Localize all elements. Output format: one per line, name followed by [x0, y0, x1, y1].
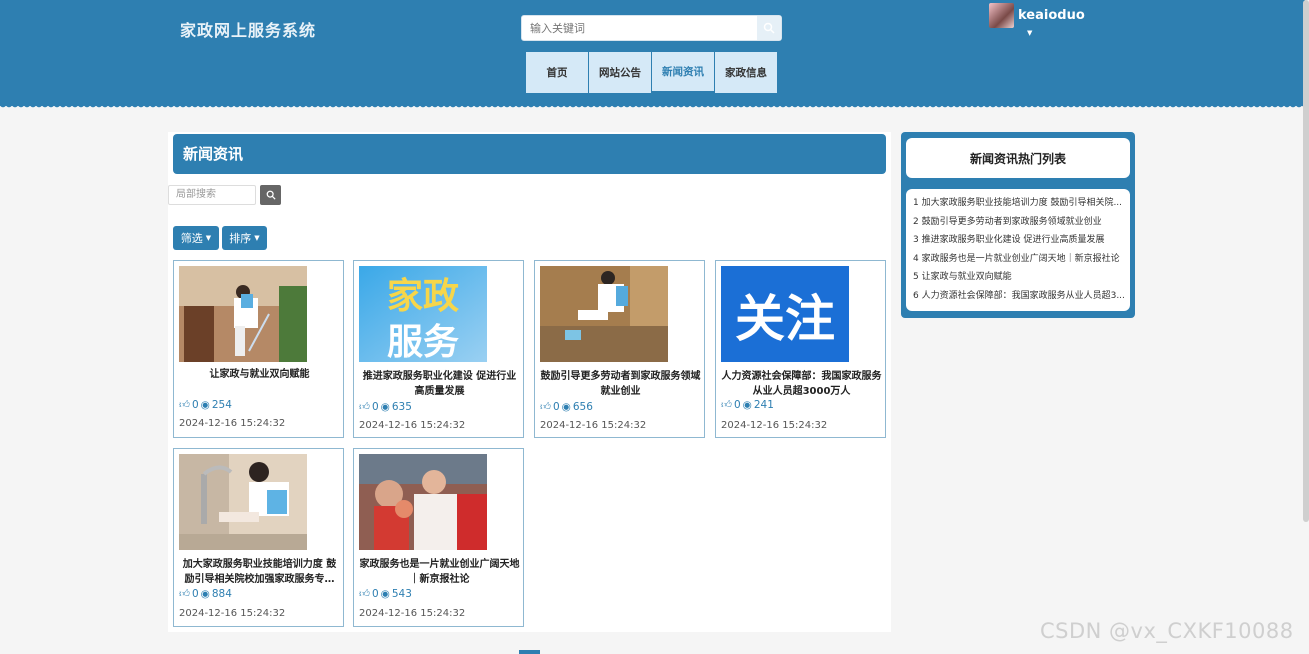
scrollbar[interactable]	[1303, 0, 1309, 522]
eye-icon: ◉	[561, 400, 571, 413]
news-thumbnail[interactable]	[359, 454, 487, 550]
search-icon	[266, 190, 276, 200]
pagination-current[interactable]	[519, 650, 540, 654]
nav-home[interactable]: 首页	[526, 52, 588, 93]
hot-news-item[interactable]: 3 推进家政服务职业化建设 促进行业高质量发展	[913, 231, 1127, 250]
view-count: 635	[391, 400, 412, 413]
news-title[interactable]: 加大家政服务职业技能培训力度 鼓励引导相关院校加强家政服务专…	[178, 557, 341, 587]
thumbs-up-icon[interactable]: 👍︎	[359, 400, 370, 413]
filter-label: 筛选	[180, 232, 203, 245]
caret-down-icon: ▼	[205, 234, 212, 242]
like-count: 0	[371, 587, 379, 600]
news-card[interactable]: 关注 人力资源社会保障部：我国家政服务从业人员超3000万人 👍︎ 0 ◉ 241 …	[715, 260, 886, 438]
svg-text:家政: 家政	[387, 276, 459, 317]
hot-news-item[interactable]: 6 人力资源社会保障部：我国家政服务从业人员超3...	[913, 287, 1127, 306]
news-date: 2024-12-16 15:24:32	[179, 418, 286, 429]
news-card[interactable]: 加大家政服务职业技能培训力度 鼓励引导相关院校加强家政服务专… 👍︎ 0 ◉ 884…	[173, 448, 344, 627]
eye-icon: ◉	[200, 398, 210, 411]
view-count: 241	[753, 398, 774, 411]
site-title[interactable]: 家政网上服务系统	[180, 17, 316, 41]
hot-news-item[interactable]: 1 加大家政服务职业技能培训力度 鼓励引导相关院...	[913, 194, 1127, 213]
thumbs-up-icon[interactable]: 👍︎	[540, 400, 551, 413]
news-title[interactable]: 推进家政服务职业化建设 促进行业高质量发展	[358, 369, 521, 399]
news-title[interactable]: 鼓励引导更多劳动者到家政服务领域就业创业	[539, 369, 702, 399]
thumbs-up-icon[interactable]: 👍︎	[721, 398, 732, 411]
sidebar-title: 新闻资讯热门列表	[906, 138, 1130, 178]
news-thumbnail[interactable]: 家政 服务	[359, 266, 487, 362]
thumbs-up-icon[interactable]: 👍︎	[179, 587, 190, 600]
news-card[interactable]: 鼓励引导更多劳动者到家政服务领域就业创业 👍︎ 0 ◉ 656 2024-12-16…	[534, 260, 705, 438]
like-count: 0	[191, 398, 199, 411]
like-count: 0	[191, 587, 199, 600]
news-date: 2024-12-16 15:24:32	[179, 608, 286, 619]
thumbs-up-icon[interactable]: 👍︎	[359, 587, 370, 600]
news-title[interactable]: 家政服务也是一片就业创业广阔天地｜新京报社论	[358, 557, 521, 587]
news-thumbnail[interactable]	[179, 266, 307, 362]
news-stats: 👍︎ 0 ◉ 241	[721, 398, 774, 412]
search-input[interactable]	[522, 16, 758, 40]
hot-news-sidebar: 新闻资讯热门列表 1 加大家政服务职业技能培训力度 鼓励引导相关院... 2 鼓…	[901, 132, 1135, 318]
watermark: CSDN @vx_CXKF10088	[1040, 619, 1294, 643]
hot-news-item[interactable]: 5 让家政与就业双向赋能	[913, 268, 1127, 287]
news-stats: 👍︎ 0 ◉ 656	[540, 400, 593, 414]
nav-announcements[interactable]: 网站公告	[589, 52, 651, 93]
local-search-button[interactable]	[260, 185, 281, 205]
news-card[interactable]: 家政服务也是一片就业创业广阔天地｜新京报社论 👍︎ 0 ◉ 543 2024-12-…	[353, 448, 524, 627]
thumbs-up-icon[interactable]: 👍︎	[179, 398, 190, 411]
svg-text:关注: 关注	[735, 290, 835, 348]
search-button[interactable]	[757, 16, 781, 40]
news-thumbnail[interactable]: 关注	[721, 266, 849, 362]
header: 家政网上服务系统 首页 网站公告 新闻资讯 家政信息 keaioduo ▼	[0, 0, 1305, 110]
like-count: 0	[552, 400, 560, 413]
news-title[interactable]: 让家政与就业双向赋能	[178, 367, 341, 382]
like-count: 0	[733, 398, 741, 411]
chevron-down-icon[interactable]: ▼	[1027, 29, 1032, 37]
sort-label: 排序	[229, 232, 252, 245]
user-menu[interactable]: keaioduo	[989, 3, 1085, 28]
news-title[interactable]: 人力资源社会保障部：我国家政服务从业人员超3000万人	[720, 369, 883, 399]
svg-text:服务: 服务	[387, 322, 459, 362]
local-search-input[interactable]: 局部搜索	[168, 185, 256, 205]
avatar[interactable]	[989, 3, 1014, 28]
hot-news-item[interactable]: 4 家政服务也是一片就业创业广阔天地｜新京报社论	[913, 250, 1127, 269]
news-stats: 👍︎ 0 ◉ 635	[359, 400, 412, 414]
news-stats: 👍︎ 0 ◉ 254	[179, 398, 232, 412]
news-thumbnail[interactable]	[179, 454, 307, 550]
like-count: 0	[371, 400, 379, 413]
main-nav: 首页 网站公告 新闻资讯 家政信息	[526, 52, 778, 93]
news-card[interactable]: 让家政与就业双向赋能 👍︎ 0 ◉ 254 2024-12-16 15:24:32	[173, 260, 344, 438]
eye-icon: ◉	[380, 587, 390, 600]
view-count: 254	[211, 398, 232, 411]
news-date: 2024-12-16 15:24:32	[721, 420, 828, 431]
view-count: 656	[572, 400, 593, 413]
news-date: 2024-12-16 15:24:32	[359, 420, 466, 431]
hot-news-list: 1 加大家政服务职业技能培训力度 鼓励引导相关院... 2 鼓励引导更多劳动者到…	[906, 189, 1130, 311]
news-thumbnail[interactable]	[540, 266, 668, 362]
caret-down-icon: ▼	[254, 234, 260, 242]
view-count: 543	[391, 587, 412, 600]
username[interactable]: keaioduo	[1018, 8, 1085, 23]
news-date: 2024-12-16 15:24:32	[540, 420, 647, 431]
eye-icon: ◉	[200, 587, 210, 600]
news-card[interactable]: 家政 服务 推进家政服务职业化建设 促进行业高质量发展 👍︎ 0 ◉ 635 202…	[353, 260, 524, 438]
filter-button[interactable]: 筛选 ▼	[173, 226, 219, 250]
search-bar	[521, 15, 782, 41]
section-title: 新闻资讯	[173, 134, 886, 174]
sort-button[interactable]: 排序 ▼	[222, 226, 267, 250]
hot-news-item[interactable]: 2 鼓励引导更多劳动者到家政服务领域就业创业	[913, 213, 1127, 232]
eye-icon: ◉	[380, 400, 390, 413]
news-stats: 👍︎ 0 ◉ 543	[359, 587, 412, 601]
nav-housekeeping-info[interactable]: 家政信息	[715, 52, 777, 93]
news-date: 2024-12-16 15:24:32	[359, 608, 466, 619]
view-count: 884	[211, 587, 232, 600]
nav-news[interactable]: 新闻资讯	[652, 52, 714, 93]
eye-icon: ◉	[742, 398, 752, 411]
search-icon	[763, 22, 775, 34]
news-stats: 👍︎ 0 ◉ 884	[179, 587, 232, 601]
